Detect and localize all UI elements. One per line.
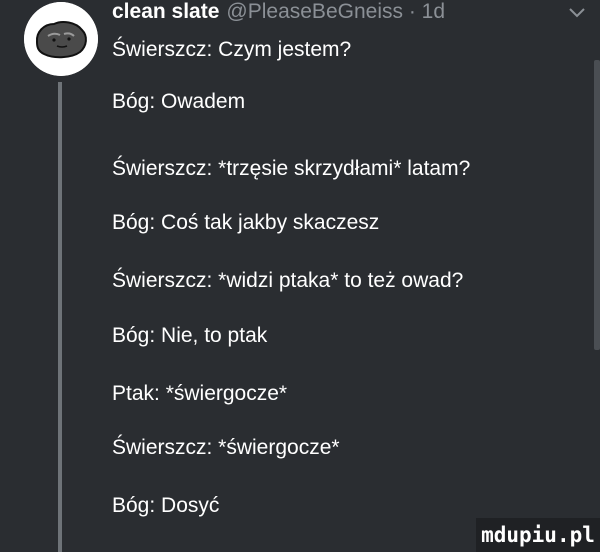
tweet-text-line: Świerszcz: *świergocze* [112,436,340,459]
display-name[interactable]: clean slate [112,0,219,24]
thread-line [58,82,62,552]
rock-avatar-icon [24,2,98,76]
watermark-logo: mdupiu.pl [476,518,600,552]
scrollbar[interactable] [594,60,600,350]
tweet-text-line: Ptak: *świergocze* [112,382,288,405]
tweet-header: clean slate @PleaseBeGneiss · 1d [112,0,445,28]
tweet-text-line: Bóg: Nie, to ptak [112,324,268,347]
tweet-text-line: Świerszcz: Czym jestem? [112,38,352,61]
avatar[interactable] [24,2,98,76]
tweet-text-line: Świerszcz: *widzi ptaka* to też owad? [112,269,464,292]
tweet-text-line: Bóg: Owadem [112,90,246,113]
tweet: clean slate @PleaseBeGneiss · 1d Świersz… [0,0,600,552]
tweet-text-line: Bóg: Coś tak jakby skaczesz [112,211,380,234]
tweet-text-line: Świerszcz: *trzęsie skrzydłami* latam? [112,157,471,180]
tweet-text-line: Bóg: Dosyć [112,494,220,517]
handle-and-timestamp[interactable]: @PleaseBeGneiss · 1d [226,0,445,24]
chevron-down-icon[interactable] [568,7,586,19]
